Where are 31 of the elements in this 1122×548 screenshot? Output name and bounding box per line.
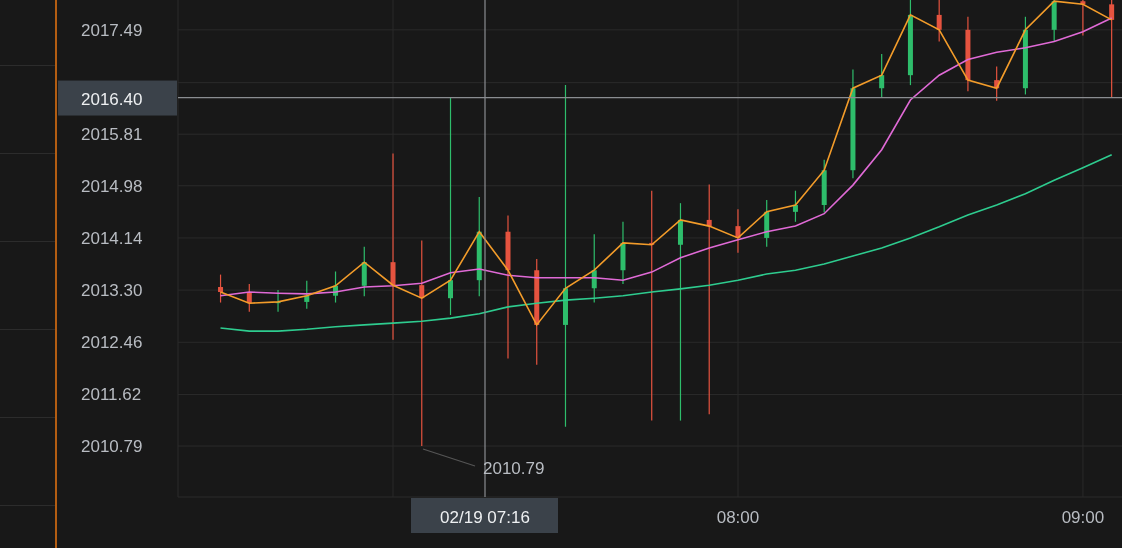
candlestick	[1080, 0, 1086, 36]
price-label: 2016.40	[58, 80, 177, 116]
x-axis-label: 08:00	[716, 508, 760, 527]
y-axis-label: 2013.30	[81, 281, 143, 301]
candlestick	[246, 283, 252, 313]
candlestick	[304, 280, 310, 310]
y-axis-label: 2015.81	[81, 125, 143, 145]
leader-line	[422, 448, 476, 467]
candlestick	[735, 208, 741, 254]
candlestick	[620, 221, 626, 285]
low-price-label: 2010.79	[483, 459, 545, 478]
candlestick	[792, 190, 798, 223]
y-axis-label: 2017.49	[81, 20, 143, 40]
candlestick	[879, 53, 885, 99]
candlestick	[994, 65, 1000, 102]
time-label: 02/19 07:16	[411, 498, 558, 533]
y-axis-label: 2012.46	[81, 333, 143, 353]
candlestick	[591, 233, 597, 304]
y-axis-label: 2014.14	[81, 228, 143, 248]
y-axis-label: 2014.98	[81, 176, 143, 196]
candlestick	[218, 274, 224, 304]
candlestick	[1051, 0, 1057, 43]
y-axis-label: 2010.79	[81, 437, 143, 457]
candlestick	[821, 159, 827, 214]
y-axis-label: 2011.62	[81, 385, 142, 405]
candlestick	[936, 0, 942, 43]
candlestick	[764, 199, 770, 248]
x-axis-label: 09:00	[1061, 508, 1105, 527]
candlestick	[361, 246, 367, 297]
candlestick	[275, 289, 281, 313]
candlestick	[333, 270, 339, 304]
